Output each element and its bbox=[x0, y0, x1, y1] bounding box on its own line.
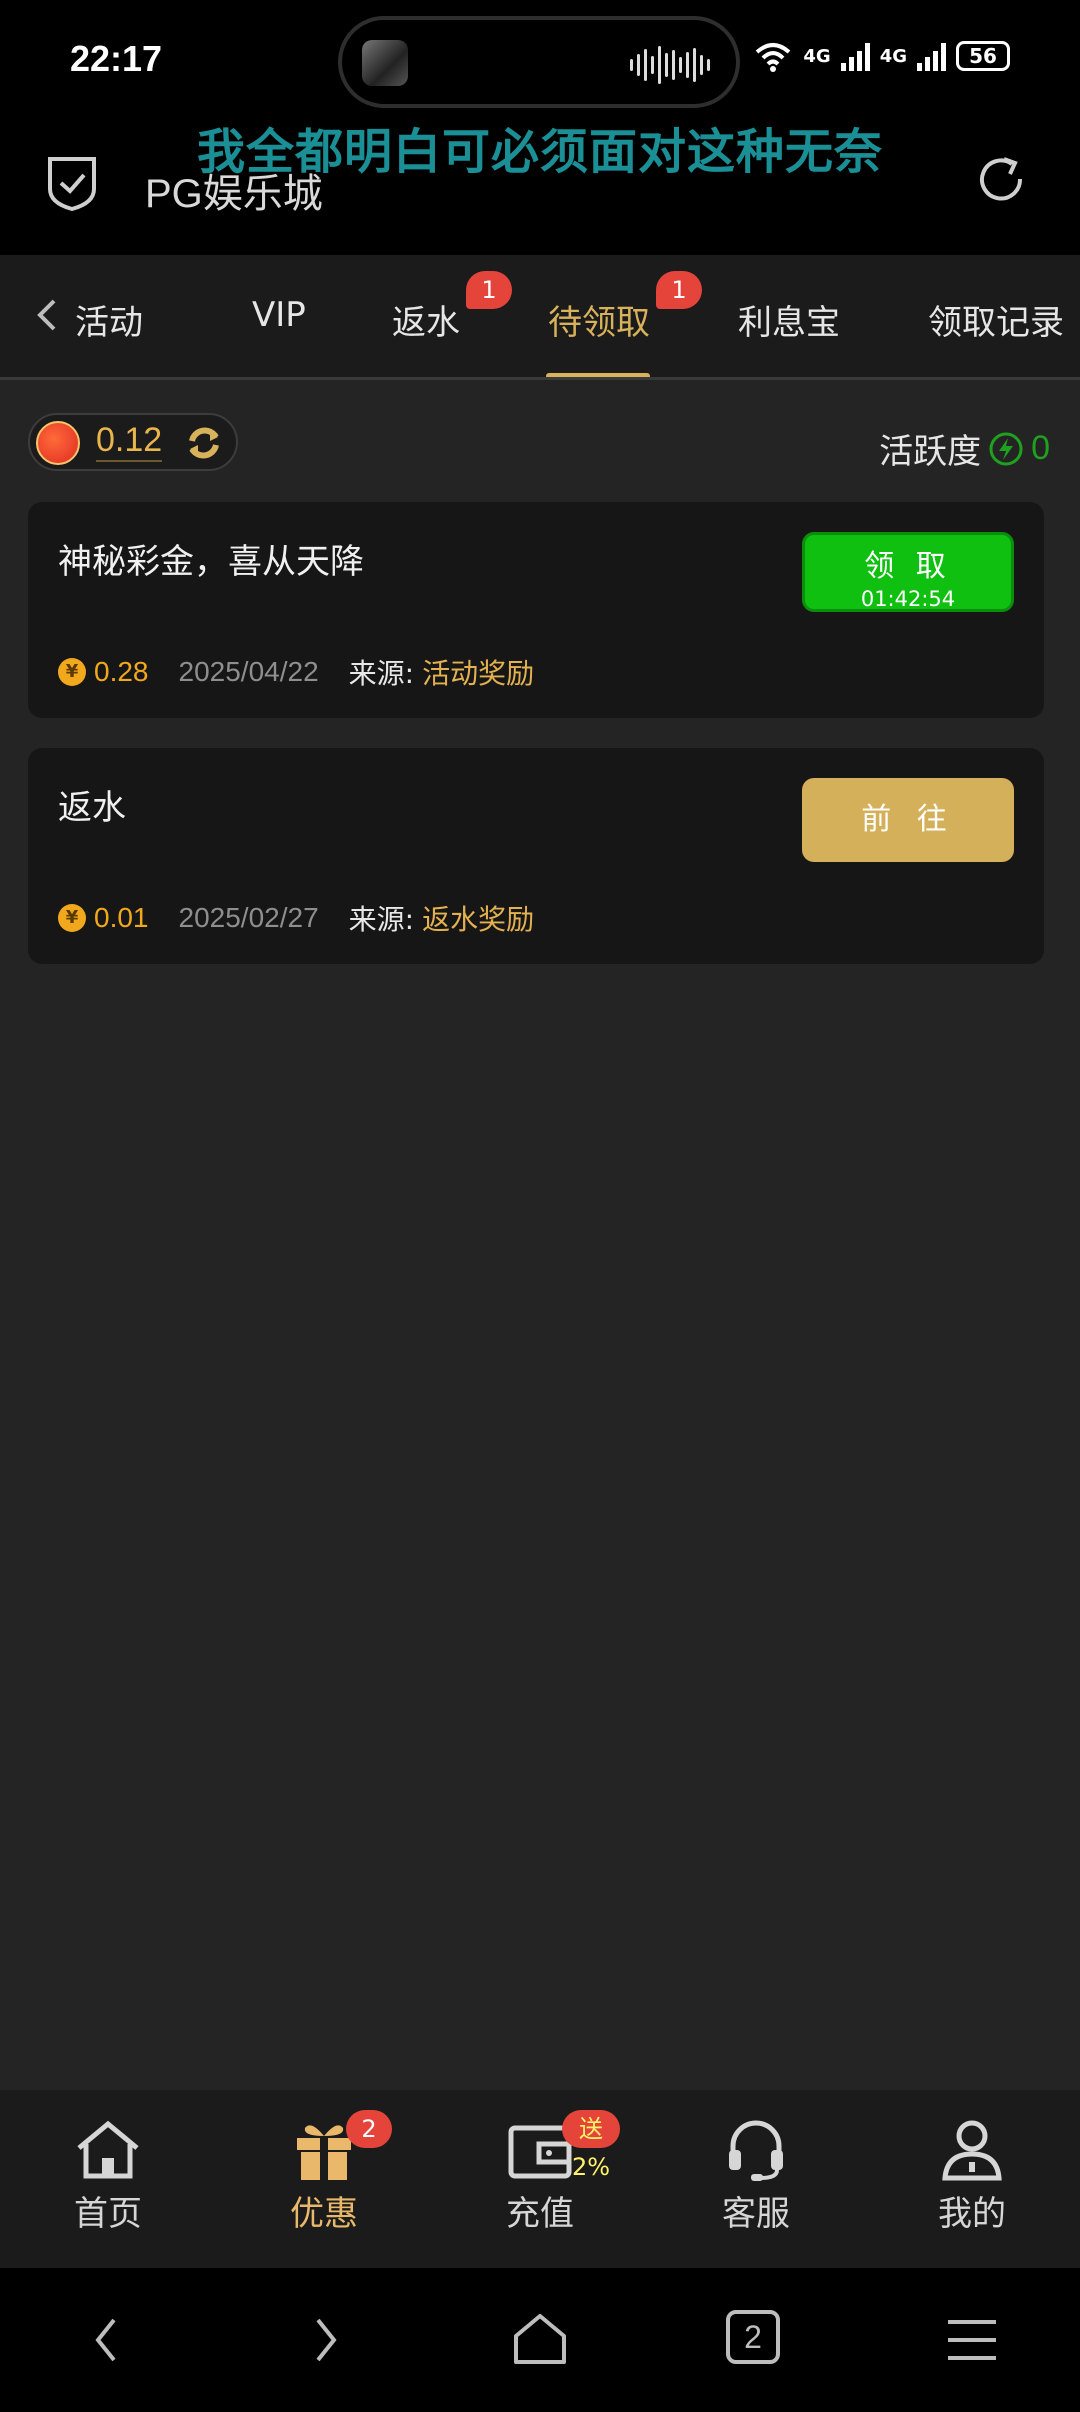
nav-label: 充值 bbox=[506, 2194, 574, 2234]
deposit-bonus-badge: 送2% bbox=[562, 2110, 620, 2181]
activity-score: 活跃度 0 bbox=[879, 424, 1050, 473]
signal-bars-icon bbox=[840, 41, 870, 71]
tab-label: VIP bbox=[252, 295, 306, 335]
tab-label: 领取记录 bbox=[928, 303, 1064, 343]
yuan-coin-icon: ¥ bbox=[58, 904, 86, 932]
balance-pill: 0.12 bbox=[28, 413, 238, 471]
signal-bars-icon bbox=[917, 41, 946, 71]
audio-wave-icon bbox=[630, 44, 710, 86]
forward-icon[interactable] bbox=[294, 2310, 354, 2370]
reward-amount: 0.28 bbox=[94, 656, 149, 687]
reward-meta: ¥ 0.28 2025/04/22 来源: 活动奖励 bbox=[58, 652, 534, 692]
tab-badge: 1 bbox=[656, 271, 702, 309]
dynamic-island[interactable] bbox=[338, 16, 740, 108]
activity-value: 0 bbox=[1031, 429, 1050, 467]
menu-icon[interactable] bbox=[942, 2310, 1002, 2370]
lyric-caption: 我全都明白可必须面对这种无奈 bbox=[196, 124, 883, 180]
signal-type-2: 4G bbox=[879, 45, 907, 67]
battery-indicator: 56 bbox=[956, 41, 1010, 71]
source-value: 返水奖励 bbox=[422, 903, 535, 936]
claim-button[interactable]: 领 取 01:42:54 bbox=[802, 532, 1014, 612]
media-thumbnail bbox=[362, 40, 408, 86]
source-label: 来源: bbox=[348, 903, 415, 936]
reward-amount: 0.01 bbox=[94, 902, 149, 933]
tab-label: 利息宝 bbox=[738, 303, 840, 343]
active-tab-indicator bbox=[546, 373, 650, 377]
tab-pending[interactable]: 待领取 bbox=[548, 295, 650, 344]
home-icon bbox=[77, 2120, 139, 2179]
status-icons: 4G 4G 56 bbox=[753, 40, 1010, 72]
source-value: 活动奖励 bbox=[422, 657, 535, 690]
signal-type-1: 4G bbox=[803, 45, 831, 67]
status-bar: 22:17 4G 4G 56 bbox=[0, 0, 1080, 125]
back-icon[interactable] bbox=[78, 2310, 138, 2370]
tab-interest[interactable]: 利息宝 bbox=[738, 295, 840, 344]
tab-label: 待领取 bbox=[548, 303, 650, 343]
nav-badge: 2 bbox=[346, 2110, 392, 2148]
reward-title: 返水 bbox=[58, 788, 126, 828]
nav-home[interactable]: 首页 bbox=[28, 2118, 188, 2235]
tab-label: 活动 bbox=[75, 303, 143, 343]
yuan-coin-icon: ¥ bbox=[58, 658, 86, 686]
activity-label: 活跃度 bbox=[879, 432, 982, 472]
go-button[interactable]: 前 往 bbox=[802, 778, 1014, 862]
claim-countdown: 01:42:54 bbox=[860, 587, 956, 611]
nav-label: 优惠 bbox=[290, 2194, 358, 2234]
tab-rebate[interactable]: 返水 bbox=[392, 295, 460, 344]
tab-label: 返水 bbox=[392, 303, 460, 343]
tab-claim-history[interactable]: 领取记录 bbox=[928, 295, 1064, 344]
claim-button-label: 领 取 bbox=[864, 549, 952, 584]
nav-label: 客服 bbox=[722, 2194, 790, 2234]
nav-deposit[interactable]: 充值 送2% bbox=[460, 2110, 620, 2235]
bolt-icon bbox=[989, 432, 1023, 465]
china-flag-icon bbox=[36, 421, 80, 465]
home-icon[interactable] bbox=[510, 2310, 570, 2370]
nav-label: 首页 bbox=[74, 2194, 142, 2234]
status-time: 22:17 bbox=[70, 38, 163, 79]
tab-vip[interactable]: VIP bbox=[252, 295, 306, 335]
chevron-left-icon[interactable] bbox=[28, 295, 68, 335]
balance-value: 0.12 bbox=[96, 420, 163, 462]
reward-meta: ¥ 0.01 2025/02/27 来源: 返水奖励 bbox=[58, 898, 534, 938]
nav-label: 我的 bbox=[938, 2194, 1006, 2234]
user-icon bbox=[942, 2120, 1002, 2181]
nav-support[interactable]: 客服 bbox=[676, 2118, 836, 2235]
reward-title: 神秘彩金，喜从天降 bbox=[58, 542, 364, 582]
wifi-icon bbox=[756, 43, 791, 72]
bottom-nav: 首页 优惠 2 充值 送2% 客服 我的 bbox=[0, 2090, 1080, 2268]
nav-promotions[interactable]: 优惠 2 bbox=[244, 2110, 404, 2235]
category-tabs: 活动 VIP 返水 1 待领取 1 利息宝 领取记录 bbox=[0, 255, 1080, 380]
reward-card: 返水 前 往 ¥ 0.01 2025/02/27 来源: 返水奖励 bbox=[28, 748, 1044, 964]
reward-date: 2025/04/22 bbox=[178, 656, 319, 687]
tab-activity[interactable]: 活动 bbox=[75, 295, 143, 344]
headset-icon bbox=[729, 2120, 783, 2181]
source-label: 来源: bbox=[348, 657, 415, 690]
reward-card: 神秘彩金，喜从天降 领 取 01:42:54 ¥ 0.28 2025/04/22… bbox=[28, 502, 1044, 718]
refresh-icon[interactable] bbox=[184, 423, 224, 463]
reward-date: 2025/02/27 bbox=[178, 902, 319, 933]
system-nav-bar: 2 bbox=[0, 2268, 1080, 2412]
nav-profile[interactable]: 我的 bbox=[892, 2118, 1052, 2235]
tabs-count-button[interactable]: 2 bbox=[726, 2310, 780, 2364]
tab-badge: 1 bbox=[466, 271, 512, 309]
